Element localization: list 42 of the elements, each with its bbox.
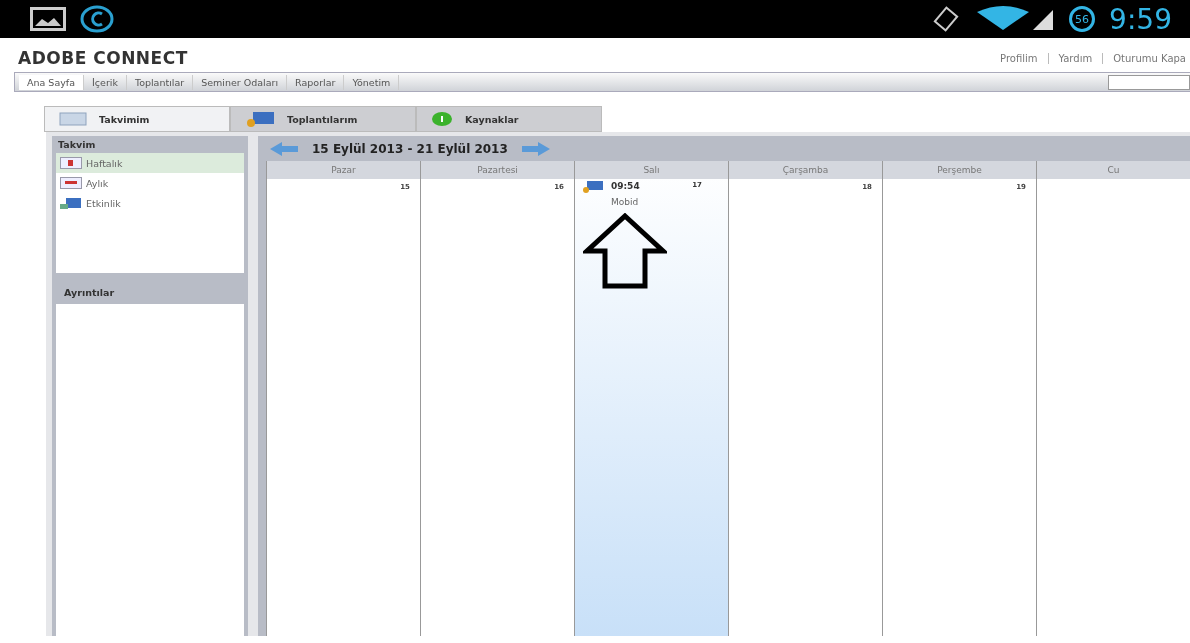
nav-tab[interactable]: Yönetim: [344, 74, 400, 90]
app-logo-icon: [80, 5, 114, 33]
nav-tab[interactable]: Seminer Odaları: [193, 74, 288, 90]
day-header: Pazar: [267, 161, 420, 179]
gallery-icon: [30, 7, 66, 31]
day-header: Pazartesi: [421, 161, 574, 179]
panel-title: Takvim: [57, 138, 97, 152]
clock-time: 9:59: [1109, 2, 1172, 36]
nav-tab[interactable]: Ana Sayfa: [19, 74, 84, 90]
logo-text: ADOBE CONNECT: [18, 48, 188, 68]
week-calendar-icon: [60, 157, 82, 169]
nav-tab[interactable]: İçerik: [84, 74, 127, 90]
day-header: Perşembe: [883, 161, 1036, 179]
event-title[interactable]: Mobid: [611, 197, 667, 207]
calendar-icon: [59, 112, 87, 126]
date-range: 15 Eylül 2013 - 21 Eylül 2013: [312, 141, 508, 156]
nav-tab[interactable]: Raporlar: [287, 74, 345, 90]
calendar-view-item[interactable]: Haftalık: [56, 153, 244, 173]
nav-tab[interactable]: Toplantılar: [126, 74, 194, 90]
header-link[interactable]: Profilim: [1000, 52, 1038, 64]
meeting-icon: [581, 181, 603, 193]
search-field[interactable]: [1108, 74, 1190, 90]
tab[interactable]: Toplantılarım: [230, 106, 416, 132]
next-arrow-icon[interactable]: [521, 141, 550, 156]
battery-indicator: 56: [1069, 6, 1096, 32]
calendar-view-item[interactable]: Aylık: [56, 173, 244, 193]
up-arrow-icon: [583, 213, 667, 289]
tab[interactable]: Takvimim: [44, 106, 230, 132]
header-link[interactable]: Oturumu Kapa: [1113, 52, 1186, 64]
month-calendar-icon: [60, 177, 82, 189]
day-header: Cu: [1037, 161, 1190, 179]
event-icon: [60, 197, 82, 209]
calendar-view-item[interactable]: Etkinlik: [56, 193, 244, 213]
tab[interactable]: Kaynaklar: [416, 106, 602, 132]
wifi-signal-icon: [975, 6, 1056, 32]
event-time[interactable]: 09:54: [611, 181, 667, 191]
panel-title: Ayrıntılar: [63, 286, 116, 300]
previous-arrow-icon[interactable]: [270, 141, 298, 156]
presentation-icon: [245, 111, 275, 127]
day-header: Çarşamba: [729, 161, 882, 179]
day-header: Salı: [575, 161, 728, 179]
header-link[interactable]: Yardım: [1058, 52, 1093, 64]
